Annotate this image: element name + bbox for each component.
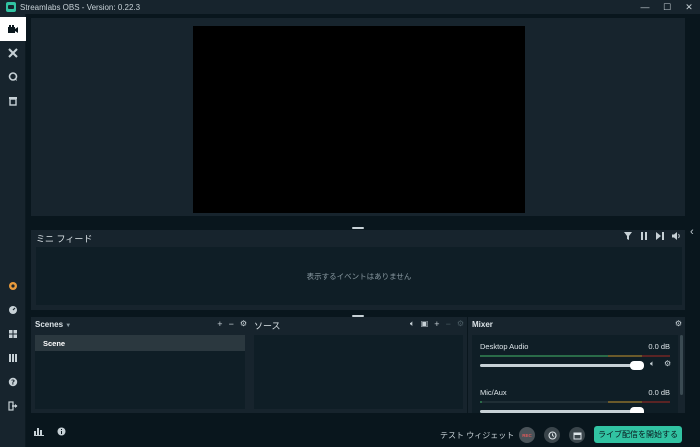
volume-slider-knob[interactable]	[630, 361, 644, 370]
sidebar-item-prime[interactable]	[0, 274, 26, 298]
scenes-list: Scene	[35, 335, 245, 409]
mixer-title: Mixer	[472, 320, 493, 329]
app-window: Streamlabs OBS - Version: 0.22.3 — ☐ ✕ ?…	[0, 0, 700, 447]
volume-meter	[480, 355, 670, 357]
sidebar-item-store[interactable]	[0, 89, 26, 113]
mixer-item-desktop-audio: Desktop Audio 0.0 dB 🔈︎ ⚙	[472, 335, 678, 381]
filter-icon[interactable]	[624, 232, 632, 240]
remove-source-icon[interactable]: −	[446, 319, 451, 329]
mixer-panel: Mixer ⚙ Desktop Audio 0.0 dB 🔈︎ ⚙ Mic/Au…	[468, 317, 685, 413]
mixer-item-gear-icon[interactable]: ⚙	[664, 359, 671, 368]
add-source-icon[interactable]: +	[434, 319, 439, 329]
history-icon	[547, 430, 557, 440]
mixer-item-mic-aux: Mic/Aux 0.0 dB	[472, 381, 678, 413]
test-widget-button[interactable]: テスト ウィジェット	[440, 430, 514, 441]
pause-icon[interactable]	[640, 232, 648, 240]
calendar-icon	[573, 432, 581, 439]
add-scene-icon[interactable]: +	[217, 319, 222, 329]
mini-feed-toolbar	[624, 232, 681, 240]
window-title: Streamlabs OBS - Version: 0.22.3	[20, 2, 141, 12]
minimize-button[interactable]: —	[634, 0, 656, 14]
mixer-settings-gear-icon[interactable]: ⚙	[675, 319, 682, 328]
resize-handle-preview[interactable]	[352, 227, 364, 229]
schedule-stream-button[interactable]	[569, 427, 585, 443]
close-button[interactable]: ✕	[678, 0, 700, 14]
record-button[interactable]: REC	[519, 427, 535, 443]
volume-slider[interactable]	[480, 361, 644, 370]
mute-source-icon[interactable]: 🔈︎	[410, 319, 415, 329]
mixer-source-name: Mic/Aux	[480, 388, 507, 397]
go-live-button[interactable]: ライブ配信を開始する	[594, 426, 682, 443]
skip-icon[interactable]	[656, 232, 664, 240]
sidebar-item-editor[interactable]	[0, 17, 26, 41]
logout-icon	[8, 401, 18, 411]
scene-settings-gear-icon[interactable]: ⚙	[240, 319, 247, 329]
app-logo-icon	[6, 2, 16, 12]
scenes-title[interactable]: Scenes ▼	[35, 320, 71, 329]
sources-title: ソース	[254, 321, 281, 331]
preview-area	[31, 18, 685, 216]
scenes-toolbar: + − ⚙	[217, 319, 247, 329]
source-settings-gear-icon[interactable]: ⚙	[457, 319, 464, 329]
mixer-list: Desktop Audio 0.0 dB 🔈︎ ⚙ Mic/Aux 0.0 dB	[472, 335, 678, 413]
sidebar-item-dashboard[interactable]	[0, 298, 26, 322]
right-dock-collapse[interactable]: ‹	[688, 18, 700, 447]
volume-icon[interactable]	[672, 232, 681, 240]
volume-meter	[480, 401, 670, 403]
columns-icon	[9, 354, 17, 362]
footer-bar: テスト ウィジェット REC ライブ配信を開始する	[26, 422, 688, 447]
mini-feed-panel: ミニ フィード 表示するイベントはありません	[31, 230, 685, 310]
sidebar: ?	[0, 14, 26, 447]
add-folder-icon[interactable]: ▣	[421, 319, 429, 329]
mini-feed-title: ミニ フィード	[36, 234, 93, 244]
maximize-button[interactable]: ☐	[656, 0, 678, 14]
mixer-db-value: 0.0 dB	[648, 388, 670, 397]
sidebar-item-layout[interactable]	[0, 322, 26, 346]
sidebar-item-logout[interactable]	[0, 394, 26, 418]
info-icon[interactable]	[57, 427, 66, 438]
sidebar-item-studio-mode[interactable]	[0, 346, 26, 370]
scenes-panel: Scenes ▼ + − ⚙ Scene	[31, 317, 250, 413]
tools-icon	[8, 48, 18, 58]
store-icon	[9, 97, 17, 106]
mixer-db-value: 0.0 dB	[648, 342, 670, 351]
scene-item[interactable]: Scene	[35, 335, 245, 351]
chevron-left-icon: ‹	[690, 226, 694, 238]
sidebar-item-chatbot[interactable]	[0, 65, 26, 89]
gauge-icon	[9, 306, 17, 314]
mini-feed-body: 表示するイベントはありません	[36, 247, 682, 305]
performance-bars-icon[interactable]	[34, 427, 44, 438]
mixer-toolbar: ⚙	[675, 319, 682, 328]
remove-scene-icon[interactable]: −	[229, 319, 234, 329]
chat-bubble-icon	[8, 72, 18, 81]
sources-list	[254, 335, 463, 409]
svg-text:?: ?	[11, 379, 15, 387]
stream-preview-canvas[interactable]	[193, 26, 525, 213]
sources-toolbar: 🔈︎ ▣ + − ⚙	[410, 319, 464, 329]
caret-down-icon: ▼	[65, 323, 72, 329]
sidebar-item-help[interactable]: ?	[0, 370, 26, 394]
badge-icon	[9, 282, 17, 290]
sidebar-item-themes[interactable]	[0, 41, 26, 65]
window-controls: — ☐ ✕	[634, 0, 700, 14]
replay-buffer-button[interactable]	[544, 427, 560, 443]
mini-feed-empty-text: 表示するイベントはありません	[306, 271, 412, 281]
speaker-icon[interactable]: 🔈︎	[650, 359, 655, 369]
title-bar[interactable]: Streamlabs OBS - Version: 0.22.3 — ☐ ✕	[0, 0, 700, 14]
mixer-scrollbar[interactable]	[680, 335, 683, 395]
grid-icon	[9, 330, 17, 338]
help-icon: ?	[8, 377, 18, 387]
volume-slider-knob[interactable]	[630, 407, 644, 413]
sources-panel: ソース 🔈︎ ▣ + − ⚙	[250, 317, 467, 413]
scenes-title-text: Scenes	[35, 320, 64, 329]
volume-slider[interactable]	[480, 407, 644, 413]
mixer-source-name: Desktop Audio	[480, 342, 529, 351]
camera-icon	[8, 24, 18, 33]
